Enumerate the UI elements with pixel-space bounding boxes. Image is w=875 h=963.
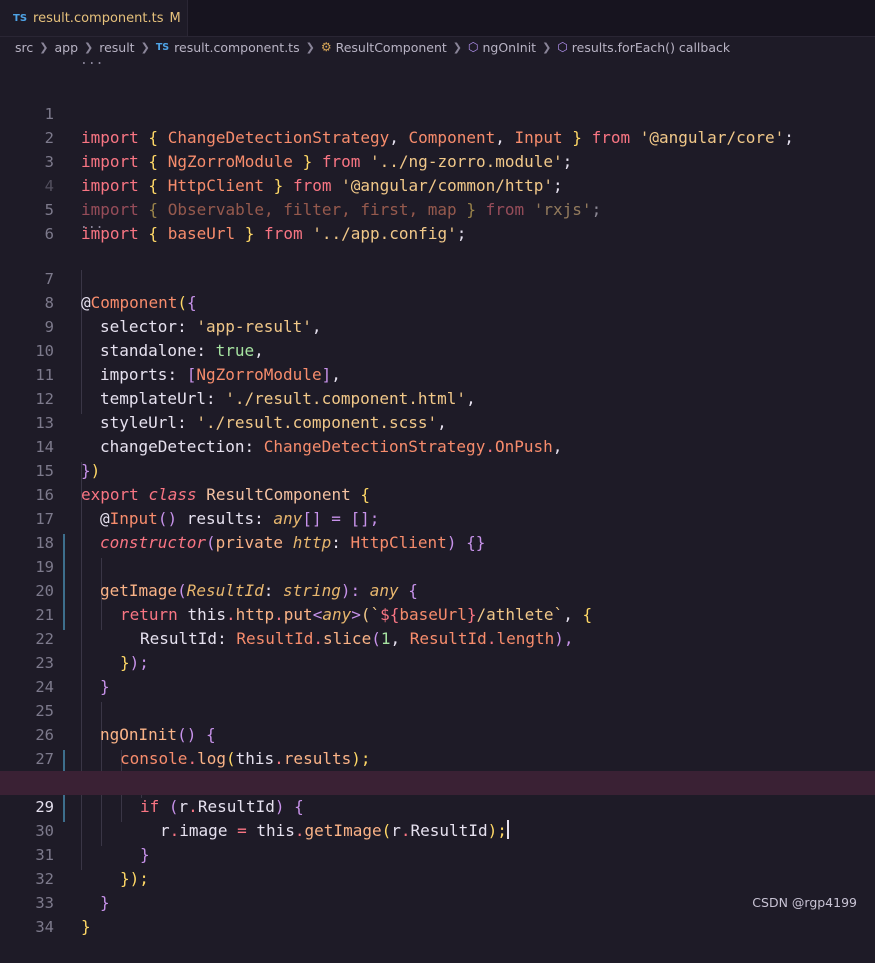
code-line: 20 return this.http.put<any>(`${baseUrl}… xyxy=(0,555,875,624)
code-line: 15 export class ResultComponent { xyxy=(0,435,875,504)
code-line: 22 }); xyxy=(0,603,875,672)
code-line: 18 xyxy=(0,507,875,552)
code-line: 14 }) xyxy=(0,411,875,480)
code-line-active: 29 r.image = this.getImage(r.ResultId); xyxy=(0,771,875,840)
code-line: 2 import { NgZorroModule } from '../ng-z… xyxy=(0,102,875,171)
code-line: 7 @Component({ xyxy=(0,243,875,312)
folded-region-marker[interactable]: ... xyxy=(80,53,103,68)
code-line: 10 imports: [NgZorroModule], xyxy=(0,315,875,384)
code-line: 27 this.results.forEach((r) => { xyxy=(0,723,875,792)
code-line: 11 templateUrl: './result.component.html… xyxy=(0,339,875,408)
code-line: 17 constructor(private http: HttpClient)… xyxy=(0,483,875,552)
code-line: 4 import { Observable, filter, first, ma… xyxy=(0,150,875,219)
code-line: 26 console.log(this.results); xyxy=(0,699,875,768)
line-number: 34 xyxy=(35,918,54,936)
code-editor[interactable]: ... ... 1 import { ChangeDetectionStrate… xyxy=(0,0,875,936)
code-line: 8 selector: 'app-result', xyxy=(0,267,875,336)
code-text: } xyxy=(81,917,91,936)
code-line: 32 } xyxy=(0,843,875,912)
code-line: 33 } xyxy=(0,867,875,936)
code-line: 16 @Input() results: any[] = []; xyxy=(0,459,875,528)
code-line: 12 styleUrl: './result.component.scss', xyxy=(0,363,875,432)
code-line: 1 import { ChangeDetectionStrategy, Comp… xyxy=(0,78,875,147)
code-line: 13 changeDetection: ChangeDetectionStrat… xyxy=(0,387,875,456)
code-line: 28 if (r.ResultId) { xyxy=(0,747,875,816)
code-line: 24 xyxy=(0,651,875,696)
code-line: 9 standalone: true, xyxy=(0,291,875,360)
code-line: 5 import { baseUrl } from '../app.config… xyxy=(0,174,875,243)
code-line: 34 xyxy=(0,891,875,936)
code-line: 6 xyxy=(0,198,875,243)
code-line: 31 }); xyxy=(0,819,875,888)
code-line: 21 ResultId: ResultId.slice(1, ResultId.… xyxy=(0,579,875,648)
code-line: 19 getImage(ResultId: string): any { xyxy=(0,531,875,600)
code-line: 25 ngOnInit() { xyxy=(0,675,875,744)
code-line: 23 } xyxy=(0,627,875,696)
code-line: 30 } xyxy=(0,795,875,864)
watermark: CSDN @rgp4199 xyxy=(752,895,857,910)
code-line: 3 import { HttpClient } from '@angular/c… xyxy=(0,126,875,195)
